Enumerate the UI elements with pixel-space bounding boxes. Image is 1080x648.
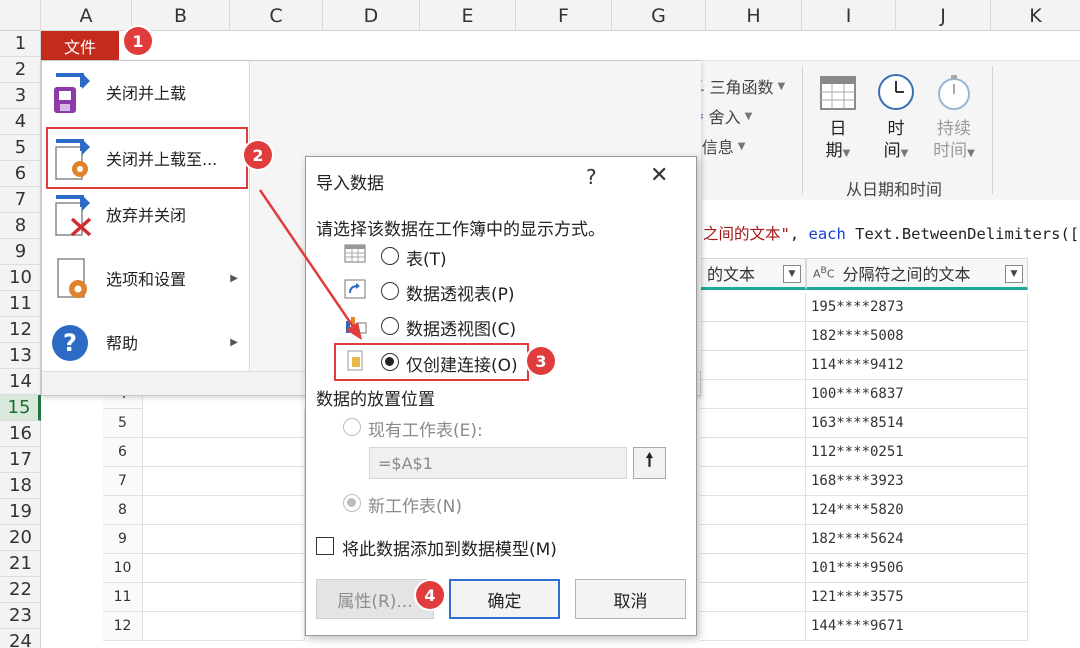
step-badge-3: 3 [527, 347, 555, 375]
step-badge-1: 1 [124, 27, 152, 55]
annotation-arrow [258, 189, 362, 340]
step-badge-4: 4 [416, 581, 444, 609]
step-badge-2: 2 [244, 141, 272, 169]
